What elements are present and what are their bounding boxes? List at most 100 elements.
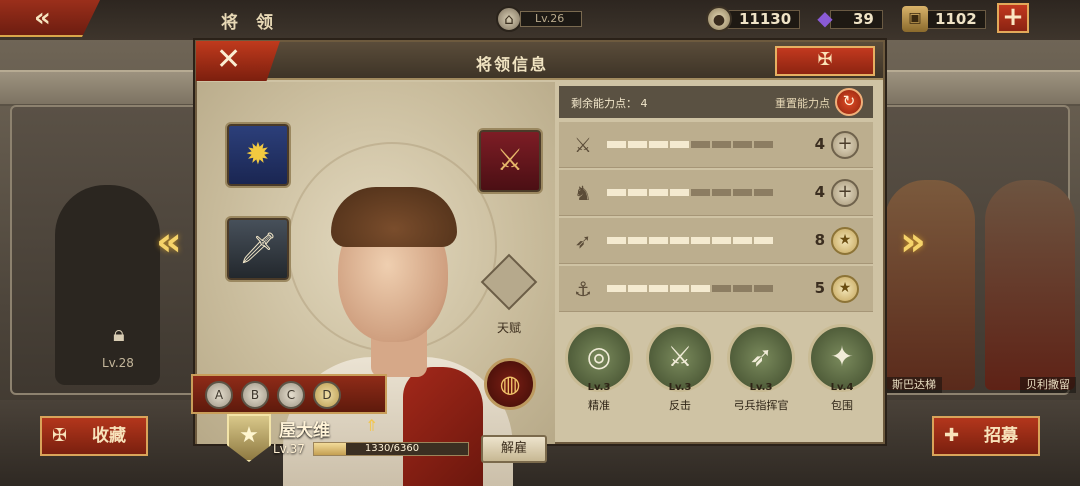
stat-row: ⚓ 5 ★	[559, 266, 873, 312]
badge-1-label: A	[214, 388, 224, 402]
skill-slot[interactable]: ⚔ Lv.3 反击	[646, 324, 714, 414]
banner-icon: ✹	[245, 137, 271, 172]
sword-icon: 🗡︎	[238, 231, 278, 266]
stat-bar-segment	[691, 237, 710, 244]
coin-value: 11130	[724, 10, 801, 29]
stat-bar-segment	[607, 285, 626, 292]
stat-bar-segment	[649, 189, 668, 196]
talent-button[interactable]	[479, 252, 539, 312]
skill-slot[interactable]: ✦ Lv.4 包围	[808, 324, 876, 414]
favorite-button[interactable]: ✠ 收藏	[40, 416, 148, 456]
hero-name-tag-2: 贝利撒留	[1020, 377, 1076, 393]
recruit-button[interactable]: ✚ 招募	[932, 416, 1040, 456]
stat-bar-segment	[670, 285, 689, 292]
refresh-icon: ↻	[842, 92, 856, 110]
skill-level: Lv.3	[587, 382, 611, 393]
add-resource-button[interactable]: +	[997, 3, 1029, 33]
stat-bar-segment	[628, 189, 647, 196]
stat-bar-segment	[733, 285, 752, 292]
rank-star-icon: ★	[227, 414, 271, 462]
add-point-button[interactable]: +	[831, 131, 859, 159]
horse-stat-icon: ♞	[574, 181, 592, 205]
stat-row: ⚔ 4 +	[559, 122, 873, 168]
hero-name: 屋大维	[279, 421, 330, 441]
sword-equipment-slot[interactable]: 🗡︎	[227, 218, 289, 280]
banner-equipment-slot[interactable]: ✹	[227, 124, 289, 186]
stat-bar-segment	[670, 141, 689, 148]
locked-badge-icon[interactable]: D	[313, 381, 341, 409]
stat-bar-segment	[712, 285, 731, 292]
reset-points-button[interactable]: ↻	[835, 88, 863, 116]
stat-value: 4	[814, 135, 825, 153]
xp-bar: 1330/6360	[313, 442, 469, 456]
screen-title: 将 领	[221, 13, 279, 33]
close-button[interactable]: ✕	[196, 41, 280, 81]
stat-bar-segment	[649, 141, 668, 148]
stat-bar-segment	[607, 141, 626, 148]
stat-bar-segment	[691, 141, 710, 148]
reset-points-label: 重置能力点	[775, 97, 830, 110]
prev-hero-arrow[interactable]: «	[156, 220, 186, 264]
badge-2-icon[interactable]: B	[241, 381, 269, 409]
supply-value: 1102	[920, 10, 986, 29]
portrait-area: ✹ 🗡︎ ⚔ 天赋 ◍ A B C D ★ 屋大维 ⇑ Lv.37 1330/6…	[191, 82, 555, 486]
skill-level: Lv.4	[830, 382, 854, 393]
stat-bar-segment	[649, 237, 668, 244]
hero-info: ★ 屋大维 ⇑ Lv.37 1330/6360	[227, 414, 507, 462]
portrait-hair	[331, 187, 457, 247]
stat-bar-segment	[628, 141, 647, 148]
purple-gem-icon: ◆	[817, 6, 833, 30]
eagle-emblem-button[interactable]: ✠	[775, 46, 875, 76]
recruit-label: 招募	[984, 426, 1018, 446]
skill-level: Lv.3	[749, 382, 773, 393]
stat-bar-segment	[712, 237, 731, 244]
badge-strip: A B C D	[191, 374, 387, 414]
eagle-icon: ✠	[52, 425, 68, 446]
remaining-points: 剩余能力点： 4	[571, 95, 648, 111]
stat-bar-segment	[691, 189, 710, 196]
remaining-points-value: 4	[640, 97, 648, 110]
hero-level: Lv.37	[273, 442, 305, 456]
dagger-equipment-slot[interactable]: ⚔	[479, 130, 541, 192]
recruit-icon: ✚	[944, 425, 960, 446]
dismiss-button[interactable]: 解雇	[481, 435, 547, 463]
ring-equipment-slot[interactable]: ◍	[484, 358, 536, 410]
sword-stat-icon: ⚔	[574, 133, 592, 157]
stat-value: 5	[814, 279, 825, 297]
max-laurel-icon: ★	[831, 275, 859, 303]
stat-bar-segment	[754, 237, 773, 244]
stats-header: 剩余能力点： 4 重置能力点 ↻	[559, 86, 873, 118]
xp-text: 1330/6360	[364, 443, 420, 454]
player-level: ⌂ Lv.26	[496, 6, 586, 32]
skill-slot[interactable]: ◎ Lv.3 精准	[565, 324, 633, 414]
panel-title: 将领信息	[475, 55, 548, 74]
stat-bar-segment	[670, 189, 689, 196]
talent-label: 天赋	[496, 321, 521, 335]
skill-slot[interactable]: ➶ Lv.3 弓兵指挥官	[727, 324, 795, 414]
next-hero-arrow[interactable]: »	[900, 220, 930, 264]
double-chevron-left-icon: «	[34, 3, 51, 33]
remaining-points-label: 剩余能力点：	[571, 97, 637, 110]
hero-portrait-right-2[interactable]	[985, 180, 1075, 390]
add-point-button[interactable]: +	[831, 179, 859, 207]
badge-1-icon[interactable]: A	[205, 381, 233, 409]
stat-bar-segment	[649, 285, 668, 292]
stat-row: ♞ 4 +	[559, 170, 873, 216]
promote-arrow-icon[interactable]: ⇑	[365, 416, 378, 435]
badge-3-icon[interactable]: C	[277, 381, 305, 409]
max-laurel-icon: ★	[831, 227, 859, 255]
favorite-label: 收藏	[92, 426, 126, 446]
hero-portrait-right-1[interactable]	[885, 180, 975, 390]
stat-bar-segment	[754, 285, 773, 292]
dagger-icon: ⚔	[496, 143, 524, 178]
skill-level: Lv.3	[668, 382, 692, 393]
temple-icon: ⌂	[496, 6, 522, 32]
stat-bar-segment	[733, 141, 752, 148]
stat-bar-segment	[670, 237, 689, 244]
stat-bar-segment	[733, 189, 752, 196]
hero-silhouette	[55, 185, 160, 385]
eagle-icon: ✠	[817, 49, 833, 70]
ring-icon: ◍	[499, 370, 521, 398]
player-level-text: Lv.26	[520, 11, 582, 27]
badge-3-label: C	[286, 388, 296, 402]
